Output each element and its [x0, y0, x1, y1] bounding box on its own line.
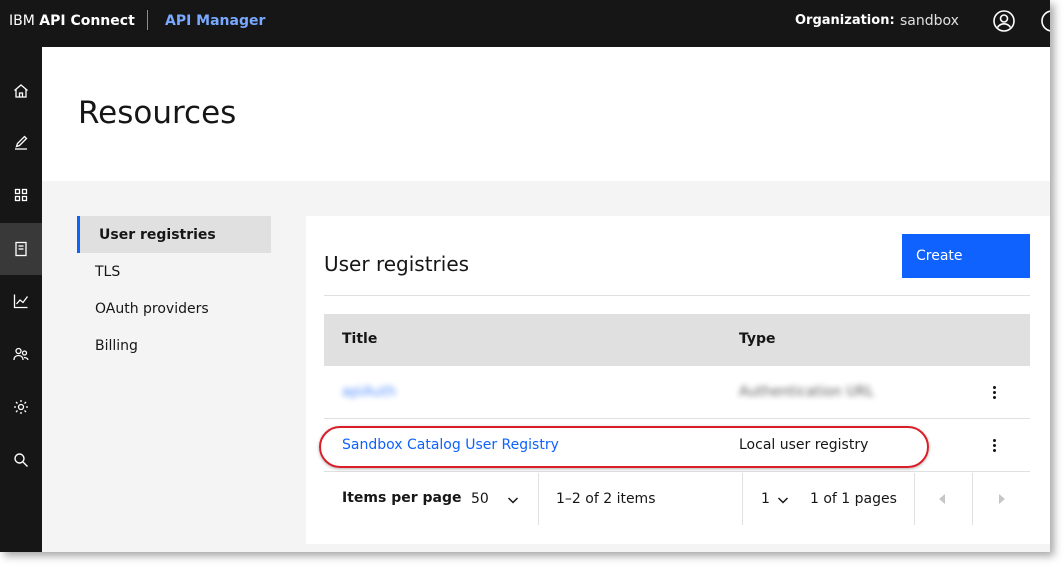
app-window: IBM API Connect API Manager Organization…	[0, 0, 1050, 552]
chevron-down-icon[interactable]	[776, 493, 790, 507]
item-range-text: 1–2 of 2 items	[556, 491, 656, 507]
side-navigation	[0, 47, 42, 552]
table-header: Title Type	[324, 314, 1030, 366]
user-avatar-icon[interactable]	[992, 9, 1016, 33]
resources-menu: User registries TLS OAuth providers Bill…	[77, 216, 271, 364]
registry-type: Authentication URL	[739, 384, 874, 400]
items-per-page-select[interactable]: 50	[471, 491, 489, 507]
edit-icon	[15, 135, 28, 150]
divider	[324, 295, 1030, 296]
column-header-title[interactable]: Title	[342, 331, 377, 347]
brand-prefix: IBM	[9, 13, 35, 29]
next-page-icon[interactable]	[994, 491, 1010, 507]
brand-separator	[147, 10, 148, 30]
create-button[interactable]: Create	[902, 234, 1030, 278]
settings-icon	[14, 400, 28, 414]
divider	[914, 473, 915, 525]
menu-item-oauth-providers[interactable]: OAuth providers	[77, 290, 271, 327]
page-count-text: 1 of 1 pages	[810, 491, 897, 507]
highlight-annotation	[319, 426, 929, 468]
product-name[interactable]: API Manager	[165, 13, 265, 29]
table-row: apiAuth Authentication URL	[324, 366, 1030, 419]
registry-title-link[interactable]: apiAuth	[342, 384, 396, 400]
nav-settings[interactable]	[0, 381, 42, 433]
apps-grid-icon	[14, 188, 28, 202]
resources-icon	[15, 241, 27, 257]
divider	[742, 473, 743, 525]
divider	[972, 473, 973, 525]
home-icon	[14, 84, 28, 98]
chevron-down-icon[interactable]	[506, 493, 520, 507]
nav-members[interactable]	[0, 328, 42, 380]
menu-item-billing[interactable]: Billing	[77, 327, 271, 364]
nav-resources[interactable]	[0, 223, 42, 275]
items-per-page-label: Items per page	[342, 490, 462, 506]
help-icon[interactable]	[1040, 9, 1050, 33]
members-icon	[13, 347, 29, 361]
page-header: Resources	[42, 47, 1050, 181]
card-title: User registries	[324, 252, 470, 276]
user-registries-card: User registries Create Title Type apiAut…	[306, 216, 1050, 544]
nav-home[interactable]	[0, 65, 42, 117]
nav-search[interactable]	[0, 434, 42, 486]
nav-manage[interactable]	[0, 169, 42, 221]
brand-name: API Connect	[39, 13, 135, 29]
analytics-icon	[13, 294, 29, 309]
overflow-menu-icon[interactable]	[984, 435, 1004, 455]
organization-selector[interactable]: sandbox	[900, 13, 959, 29]
top-bar: IBM API Connect API Manager Organization…	[0, 0, 1050, 47]
pagination: Items per page 50 1–2 of 2 items 1 1 of …	[324, 473, 1030, 525]
nav-analytics[interactable]	[0, 275, 42, 327]
page-title: Resources	[78, 95, 237, 131]
divider	[538, 473, 539, 525]
overflow-menu-icon[interactable]	[984, 382, 1004, 402]
nav-develop[interactable]	[0, 117, 42, 169]
menu-item-user-registries[interactable]: User registries	[77, 216, 271, 253]
previous-page-icon[interactable]	[934, 491, 950, 507]
column-header-type[interactable]: Type	[739, 331, 776, 347]
brand-logo[interactable]: IBM API Connect	[9, 13, 135, 29]
page-number-select[interactable]: 1	[761, 491, 770, 507]
organization-label: Organization:	[795, 13, 895, 28]
search-icon	[14, 453, 28, 467]
menu-item-tls[interactable]: TLS	[77, 253, 271, 290]
